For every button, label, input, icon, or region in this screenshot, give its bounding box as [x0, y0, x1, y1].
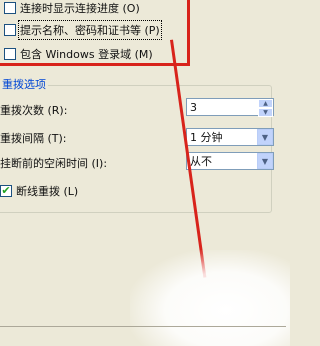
- idle-time-value: 从不: [190, 155, 212, 168]
- redial-attempts-label: 重拨次数 (R):: [0, 104, 68, 117]
- blurred-watermark-area: [130, 250, 290, 346]
- chevron-down-icon[interactable]: ▼: [257, 153, 273, 169]
- redial-if-dropped-row[interactable]: ✔ 断线重拨 (L): [0, 183, 78, 199]
- redial-interval-value: 1 分钟: [190, 131, 223, 144]
- spinner-buttons[interactable]: ▲ ▼: [258, 99, 273, 117]
- idle-time-label: 挂断前的空闲时间 (I):: [0, 157, 108, 170]
- redial-attempts-spinner[interactable]: 3 ▲ ▼: [186, 98, 274, 117]
- redial-interval-label: 重拨间隔 (T):: [0, 132, 67, 145]
- redial-attempts-value: 3: [190, 100, 197, 114]
- redial-interval-select[interactable]: 1 分钟 ▼: [186, 128, 274, 146]
- highlight-box: [0, 0, 190, 66]
- connection-options-dialog: 连接时显示连接进度 (O) 提示名称、密码和证书等 (P) 包含 Windows…: [0, 0, 290, 346]
- spin-down-icon[interactable]: ▼: [258, 108, 273, 117]
- redial-if-dropped-label: 断线重拨 (L): [16, 185, 79, 198]
- idle-time-select[interactable]: 从不 ▼: [186, 152, 274, 170]
- redial-if-dropped-checkbox[interactable]: ✔: [0, 185, 12, 197]
- spin-up-icon[interactable]: ▲: [258, 99, 273, 108]
- bottom-divider: [0, 326, 286, 327]
- redial-options-title: 重拨选项: [0, 76, 48, 92]
- chevron-down-icon[interactable]: ▼: [257, 129, 273, 145]
